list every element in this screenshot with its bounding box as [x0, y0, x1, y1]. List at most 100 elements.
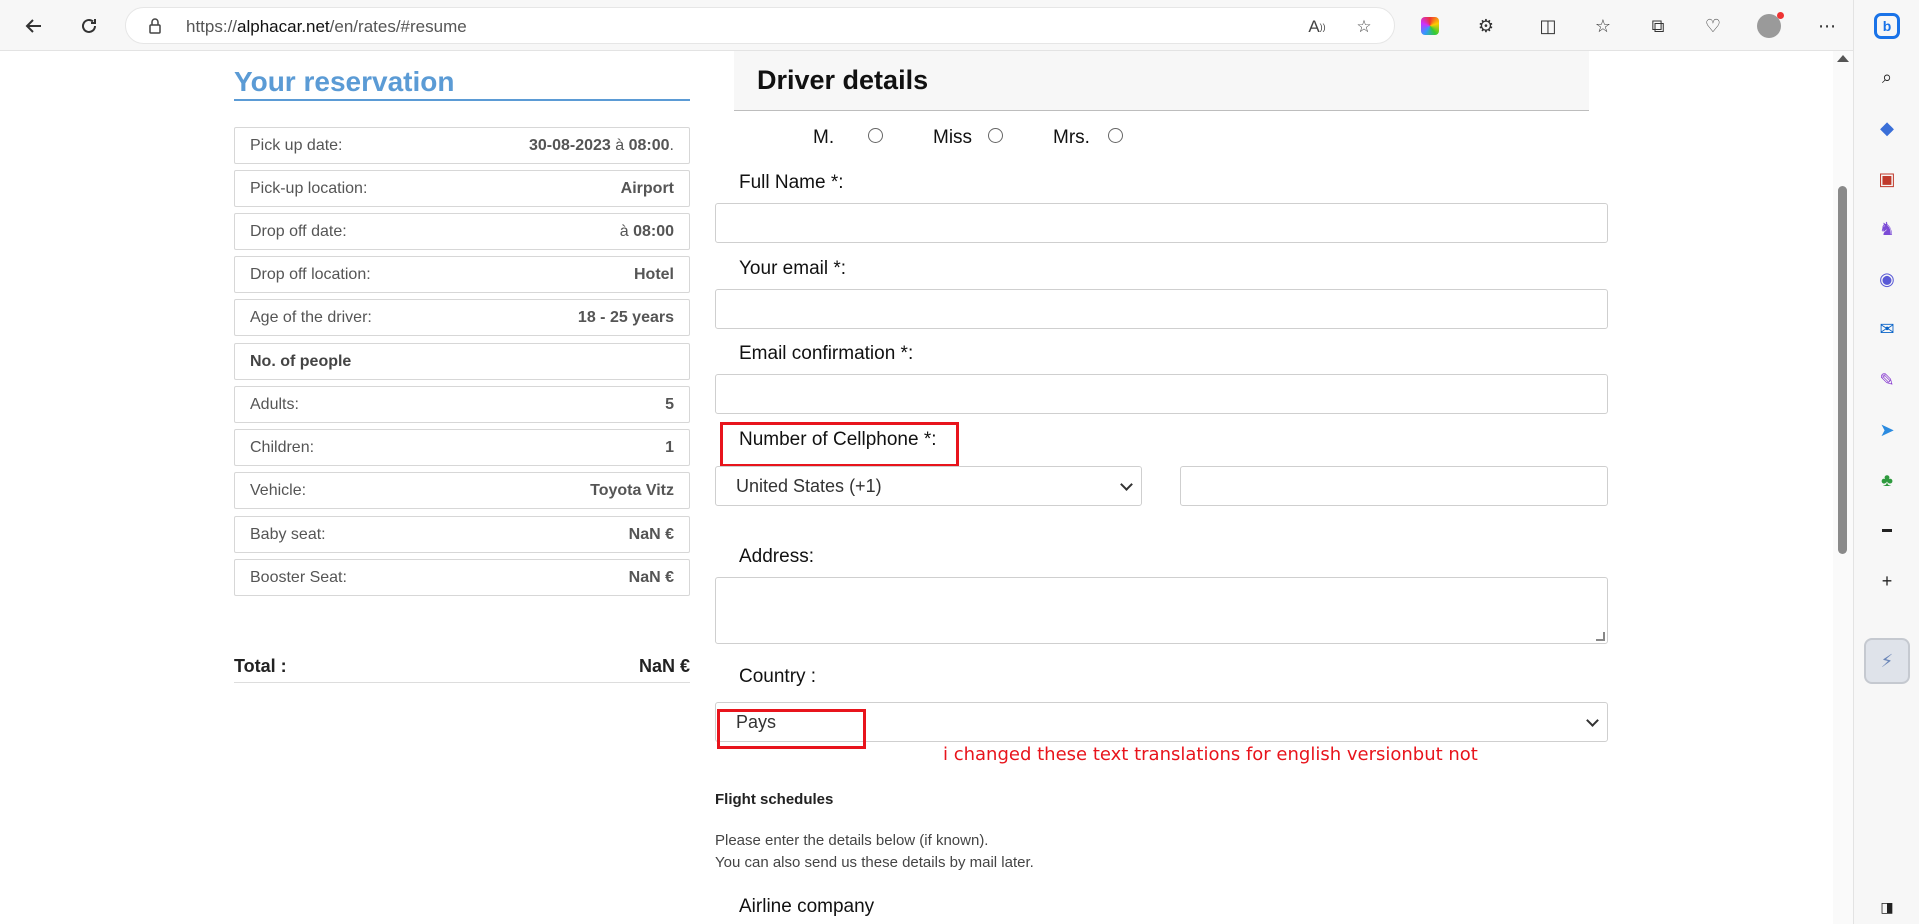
cellphone-number-input[interactable]	[1180, 466, 1608, 506]
summary-row-pickup-location: Pick-up location: Airport	[234, 170, 690, 207]
row-value: NaN €	[628, 526, 674, 543]
row-label: Children:	[250, 439, 315, 456]
row-label: Adults:	[250, 396, 299, 413]
back-arrow-icon	[25, 19, 41, 33]
row-label: Pick-up location:	[250, 180, 368, 197]
row-value: 30-08-2023 à 08:00.	[528, 137, 674, 154]
title-label-miss: Miss	[933, 127, 973, 148]
favorites-list-icon[interactable]: ☆	[1589, 12, 1617, 40]
title-radio-miss[interactable]	[988, 128, 1003, 143]
row-label: Age of the driver:	[250, 309, 372, 326]
favorite-star-icon[interactable]: ☆	[1353, 16, 1375, 38]
reservation-title: Your reservation	[234, 66, 455, 97]
summary-row-driver-age: Age of the driver: 18 - 25 years	[234, 299, 690, 336]
add-sidebar-icon[interactable]: +	[1873, 567, 1901, 595]
row-value: 18 - 25 years	[577, 309, 674, 326]
collections-icon[interactable]: ⧉	[1644, 12, 1672, 40]
annotation-note: i changed these text translations for en…	[943, 744, 1483, 765]
tools-briefcase-icon[interactable]: ▣	[1873, 165, 1901, 193]
row-label: Baby seat:	[250, 526, 326, 543]
airline-company-label: Airline company	[739, 896, 875, 917]
full-name-input[interactable]	[715, 203, 1608, 243]
more-menu-icon[interactable]: ⋯	[1813, 12, 1841, 40]
email-confirmation-label: Email confirmation *:	[739, 343, 914, 364]
row-label: Drop off date:	[250, 223, 347, 240]
cellphone-label: Number of Cellphone *:	[739, 429, 937, 450]
games-icon[interactable]: ♞	[1873, 215, 1901, 243]
country-label: Country :	[739, 666, 817, 687]
summary-row-dropoff-date: Drop off date: à 08:00	[234, 213, 690, 250]
url-prefix: https://	[186, 17, 238, 36]
address-textarea[interactable]	[715, 577, 1608, 644]
driver-details-header: Driver details	[734, 51, 1589, 111]
row-value: Airport	[620, 180, 674, 197]
row-value: 5	[665, 396, 674, 413]
hide-sidebar-icon[interactable]: ◨	[1873, 893, 1901, 921]
reservation-title-underline	[234, 99, 690, 101]
total-value: NaN €	[638, 656, 690, 676]
designer-icon[interactable]: ✎	[1873, 366, 1901, 394]
drop-send-icon[interactable]: ➤	[1873, 416, 1901, 444]
summary-row-vehicle: Vehicle: Toyota Vitz	[234, 472, 690, 509]
flight-instructions-line1: Please enter the details below (if known…	[715, 832, 989, 849]
profile-avatar[interactable]	[1755, 12, 1784, 40]
total-label: Total :	[234, 656, 287, 676]
driver-details-title: Driver details	[757, 65, 929, 95]
flight-schedules-title: Flight schedules	[715, 791, 834, 808]
row-value: Hotel	[634, 266, 674, 283]
page-scrollbar[interactable]	[1833, 51, 1853, 924]
extensions-puzzle-icon[interactable]: ⚙	[1472, 12, 1500, 40]
shopping-tag-icon[interactable]: ◆	[1873, 114, 1901, 142]
summary-row-children: Children: 1	[234, 429, 690, 466]
chevron-down-icon	[1120, 478, 1133, 491]
row-value: à 08:00	[619, 223, 674, 240]
scroll-up-arrow-icon[interactable]	[1837, 55, 1849, 62]
summary-row-baby-seat: Baby seat: NaN €	[234, 516, 690, 553]
summary-row-adults: Adults: 5	[234, 386, 690, 423]
refresh-button[interactable]	[73, 10, 105, 42]
url-path: /en/rates/#resume	[329, 17, 467, 36]
summary-row-people-heading: No. of people	[234, 343, 690, 380]
country-code-select[interactable]: United States (+1)	[715, 466, 1142, 506]
address-label: Address:	[739, 546, 814, 567]
tree-icon[interactable]: ♣	[1873, 466, 1901, 494]
title-radio-m[interactable]	[868, 128, 883, 143]
title-label-mrs: Mrs.	[1053, 127, 1090, 148]
microsoft-365-icon[interactable]: ◉	[1873, 265, 1901, 293]
browser-essentials-icon[interactable]: ♡	[1699, 12, 1727, 40]
chevron-down-icon	[1586, 714, 1599, 727]
split-screen-icon[interactable]: ◫	[1534, 12, 1562, 40]
total-divider	[234, 682, 690, 683]
browser-toolbar: https://alphacar.net/en/rates/#resume A)…	[0, 0, 1919, 51]
scroll-thumb[interactable]	[1838, 186, 1847, 554]
read-aloud-icon[interactable]: A))	[1306, 16, 1328, 38]
summary-row-dropoff-location: Drop off location: Hotel	[234, 256, 690, 293]
title-radio-mrs[interactable]	[1108, 128, 1123, 143]
full-name-label: Full Name *:	[739, 172, 844, 193]
row-label: Pick up date:	[250, 137, 343, 154]
lock-icon	[149, 18, 161, 34]
row-label: Drop off location:	[250, 266, 371, 283]
row-label: No. of people	[250, 353, 352, 370]
extension-badge-icon[interactable]: ▬	[1873, 515, 1901, 543]
url-host: alphacar.net	[237, 17, 330, 36]
row-label: Vehicle:	[250, 482, 307, 499]
outlook-icon[interactable]: ✉	[1873, 315, 1901, 343]
row-label: Booster Seat:	[250, 569, 347, 586]
email-input[interactable]	[715, 289, 1608, 329]
title-label-m: M.	[813, 127, 835, 148]
row-value: NaN €	[628, 569, 674, 586]
search-icon[interactable]: ⌕	[1873, 63, 1901, 91]
back-button[interactable]	[18, 10, 50, 42]
copilot-icon[interactable]: b	[1873, 12, 1901, 40]
country-code-selected: United States (+1)	[736, 476, 882, 496]
resize-handle-icon[interactable]	[1596, 632, 1605, 641]
color-extension-icon[interactable]	[1416, 12, 1444, 40]
address-bar[interactable]: https://alphacar.net/en/rates/#resume A)…	[125, 7, 1395, 44]
url-text[interactable]: https://alphacar.net/en/rates/#resume	[186, 17, 467, 37]
summary-row-booster-seat: Booster Seat: NaN €	[234, 559, 690, 596]
edge-sidebar: b ⌕ ◆ ▣ ♞ ◉ ✉ ✎ ➤ ♣ ▬ + ⚡ ◨	[1853, 0, 1919, 924]
pinned-app-icon[interactable]: ⚡	[1864, 638, 1910, 684]
row-value: Toyota Vitz	[590, 482, 674, 499]
email-confirmation-input[interactable]	[715, 374, 1608, 414]
